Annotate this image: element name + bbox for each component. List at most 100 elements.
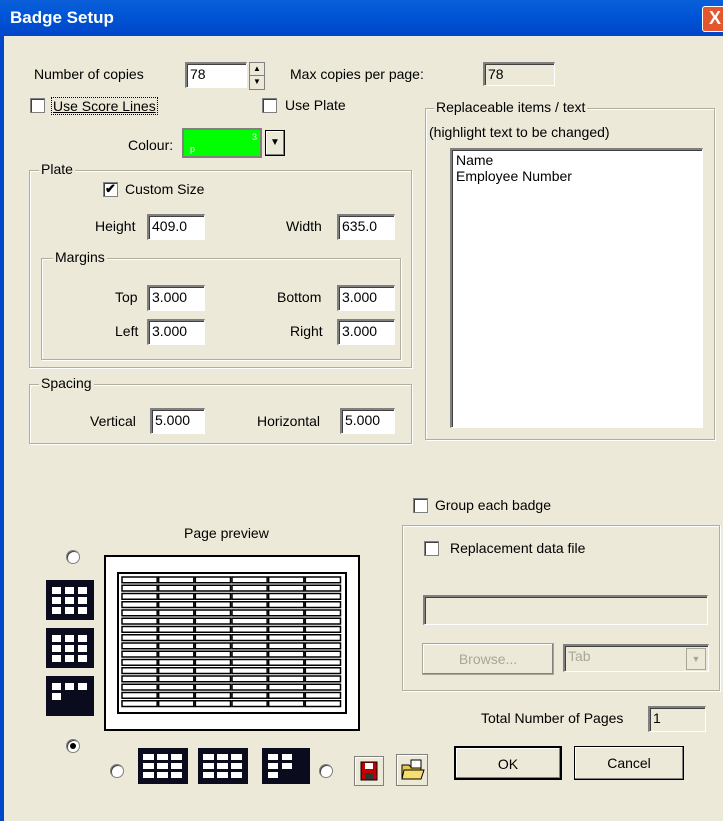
preview-badge-cell [231,617,268,625]
preview-badge-cell [231,658,268,666]
preview-badge-cell [157,700,195,708]
preview-badge-cell [194,634,232,642]
page-preview-label: Page preview [184,525,269,541]
layout-radio-bottom-right[interactable] [319,764,333,778]
page-preview [104,555,360,731]
ok-button[interactable]: OK [454,746,562,780]
preview-badge-cell [121,601,158,609]
replacement-file-input [423,595,708,625]
vertical-spacing-input[interactable]: 5.000 [150,408,205,434]
preview-badge-cell [157,609,195,617]
preview-badge-cell [157,667,195,675]
preview-badge-cell [194,576,232,584]
layout-radio-bottom-left[interactable] [110,764,124,778]
window-border [0,36,4,821]
colour-label: Colour: [128,137,174,153]
preview-badge-cell [267,683,305,691]
replacement-data-checkbox[interactable] [424,541,439,556]
total-pages-value: 1 [648,706,706,732]
preview-badge-cell [231,700,268,708]
delimiter-select[interactable]: Tab ▼ [563,644,709,672]
layout-radio-top[interactable] [66,550,80,564]
grid-layout-icon-alt[interactable] [46,628,94,668]
checkmark-icon: ✔ [105,181,116,196]
preview-badge-cell [304,609,342,617]
grid-layout-icon-bottom-2[interactable] [198,748,248,784]
group-each-badge-label[interactable]: Group each badge [435,497,551,513]
left-margin-input[interactable]: 3.000 [147,319,205,345]
preview-badge-cell [121,576,158,584]
preview-badge-cell [267,609,305,617]
spin-down-icon[interactable]: ▼ [250,75,264,88]
preview-badge-cell [121,658,158,666]
browse-button[interactable]: Browse... [422,643,554,675]
preview-badge-cell [121,675,158,683]
colour-dropdown-button[interactable]: ▼ [265,130,285,156]
preview-badge-cell [194,642,232,650]
score-lines-checkbox[interactable] [30,98,45,113]
copies-input[interactable]: 78 [185,62,247,88]
layout-radio-selected[interactable] [66,739,80,753]
use-plate-label[interactable]: Use Plate [285,97,346,113]
vertical-spacing-label: Vertical [90,413,136,429]
list-item[interactable]: Name [456,152,698,168]
open-button[interactable] [396,754,428,786]
preview-badge-cell [194,700,232,708]
delimiter-value: Tab [568,648,591,664]
grid-layout-icon-bottom-1[interactable] [138,748,188,784]
bottom-margin-label: Bottom [277,289,322,305]
preview-badge-cell [231,601,268,609]
preview-badge-cell [231,683,268,691]
custom-size-checkbox[interactable]: ✔ [103,182,118,197]
preview-badge-cell [157,650,195,658]
preview-badge-cell [194,617,232,625]
save-button[interactable] [354,756,384,786]
top-margin-input[interactable]: 3.000 [147,285,205,311]
preview-badge-cell [157,592,195,600]
horizontal-spacing-input[interactable]: 5.000 [340,408,395,434]
preview-badge-cell [231,667,268,675]
close-button[interactable]: X [702,6,723,32]
score-lines-label[interactable]: Use Score Lines [51,97,158,115]
colour-swatch[interactable]: p 3 [182,128,262,158]
right-margin-input[interactable]: 3.000 [337,319,395,345]
grid-layout-icon[interactable] [46,580,94,620]
height-input[interactable]: 409.0 [147,214,205,240]
preview-badge-cell [157,576,195,584]
title-bar[interactable]: Badge Setup X [0,0,723,36]
preview-badge-cell [194,601,232,609]
preview-badge-cell [304,691,342,699]
preview-badge-cell [231,642,268,650]
preview-badge-cell [267,667,305,675]
preview-badge-cell [121,625,158,633]
preview-badge-cell [231,691,268,699]
chevron-down-icon[interactable]: ▼ [686,648,706,670]
list-item[interactable]: Employee Number [456,168,698,184]
group-each-badge-checkbox[interactable] [413,498,428,513]
preview-badge-cell [304,576,342,584]
spacing-group-label: Spacing [39,375,94,391]
cancel-button[interactable]: Cancel [574,746,684,780]
preview-badge-cell [304,634,342,642]
bottom-margin-input[interactable]: 3.000 [337,285,395,311]
preview-badge-cell [304,700,342,708]
spin-up-icon[interactable]: ▲ [250,63,264,75]
preview-badge-cell [121,617,158,625]
partial-layout-icon[interactable] [46,676,94,716]
max-copies-label: Max copies per page: [290,66,424,82]
preview-badge-cell [267,601,305,609]
preview-badge-cell [194,683,232,691]
partial-layout-icon-bottom[interactable] [262,748,310,784]
replacement-data-label[interactable]: Replacement data file [450,540,585,556]
preview-badge-cell [304,667,342,675]
copies-spinner[interactable]: ▲ ▼ [249,62,265,90]
preview-badge-cell [304,625,342,633]
preview-badge-cell [304,601,342,609]
custom-size-label[interactable]: Custom Size [125,181,204,197]
use-plate-checkbox[interactable] [262,98,277,113]
window-title: Badge Setup [10,8,114,27]
preview-badge-cell [267,576,305,584]
width-input[interactable]: 635.0 [337,214,395,240]
preview-badge-cell [231,634,268,642]
replaceable-list[interactable]: Name Employee Number [450,148,703,428]
